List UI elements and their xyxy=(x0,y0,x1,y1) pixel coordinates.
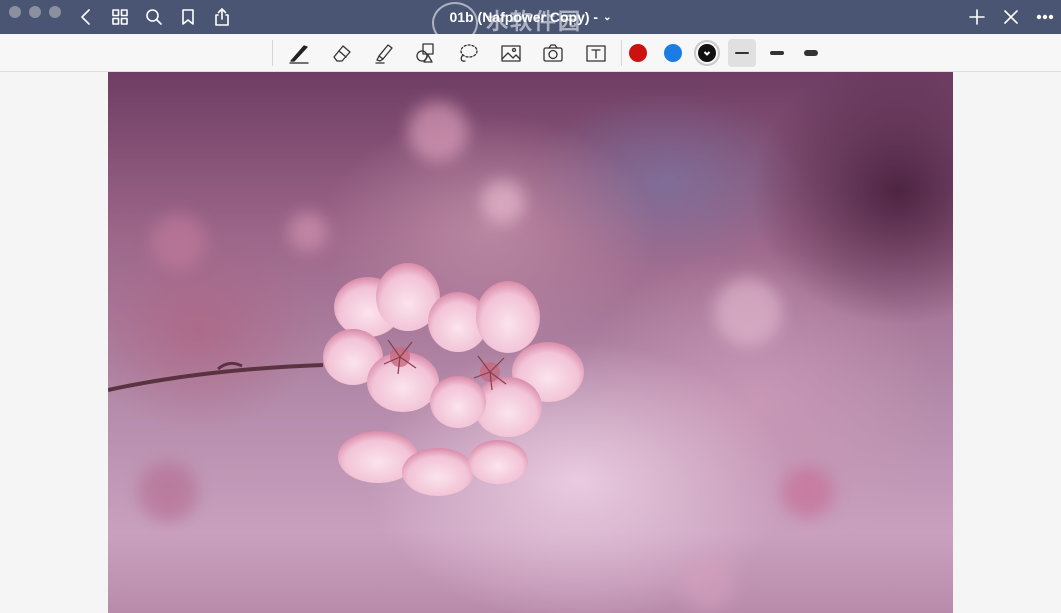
cherry-blossom-photo xyxy=(108,102,834,610)
back-button[interactable] xyxy=(74,5,98,29)
close-document-button[interactable] xyxy=(999,5,1023,29)
window-controls xyxy=(9,6,61,18)
chevron-down-icon: ⌄ xyxy=(603,11,612,23)
color-black-swatch-selected[interactable] xyxy=(694,40,720,66)
stroke-medium-option[interactable] xyxy=(763,39,791,67)
watermark-text: 水软件园 xyxy=(486,9,583,34)
annotation-toolbar xyxy=(0,34,1061,72)
camera-tool[interactable] xyxy=(537,38,569,68)
color-red-swatch[interactable] xyxy=(629,44,647,62)
chevron-down-icon xyxy=(703,51,711,56)
pen-tool[interactable] xyxy=(283,38,315,68)
minimize-window-button[interactable] xyxy=(29,6,41,18)
toolbar-divider xyxy=(621,40,622,66)
search-button[interactable] xyxy=(142,5,166,29)
eraser-tool[interactable] xyxy=(326,38,358,68)
lasso-tool[interactable] xyxy=(452,38,484,68)
image-icon xyxy=(501,45,521,62)
shapes-icon xyxy=(416,43,434,63)
add-page-button[interactable] xyxy=(965,5,989,29)
stroke-thin-icon xyxy=(735,52,749,54)
shapes-tool[interactable] xyxy=(410,38,442,68)
back-icon xyxy=(81,9,90,25)
highlighter-tool[interactable] xyxy=(368,38,400,68)
share-icon xyxy=(215,8,229,26)
plus-icon xyxy=(969,9,985,25)
document-page[interactable] xyxy=(108,72,953,613)
grid-icon xyxy=(112,9,128,25)
stroke-thick-option[interactable] xyxy=(797,39,825,67)
document-canvas[interactable] xyxy=(0,72,1061,613)
toolbar-divider xyxy=(272,40,273,66)
stroke-thin-option[interactable] xyxy=(728,39,756,67)
window-titlebar: 01b (Nafpower Copy) - ⌄ 水软件园 mac.orsoon.… xyxy=(0,0,1061,49)
zoom-window-button[interactable] xyxy=(49,6,61,18)
thumbnails-button[interactable] xyxy=(108,5,132,29)
pen-icon xyxy=(289,45,309,64)
watermark: 水软件园 mac.orsoon.com xyxy=(432,0,638,49)
camera-icon xyxy=(543,44,563,62)
stroke-thick-icon xyxy=(804,50,818,56)
share-button[interactable] xyxy=(210,5,234,29)
more-button[interactable] xyxy=(1033,5,1057,29)
bookmark-icon xyxy=(182,9,194,25)
color-blue-swatch[interactable] xyxy=(664,44,682,62)
close-window-button[interactable] xyxy=(9,6,21,18)
search-icon xyxy=(146,9,162,25)
text-tool[interactable] xyxy=(580,38,612,68)
highlighter-icon xyxy=(375,44,393,64)
document-title-text: 01b (Nafpower Copy) - xyxy=(449,9,599,25)
image-tool[interactable] xyxy=(495,38,527,68)
selected-color-fill xyxy=(698,44,716,62)
more-icon xyxy=(1036,14,1054,20)
eraser-icon xyxy=(333,45,351,62)
close-icon xyxy=(1004,10,1018,24)
bookmark-button[interactable] xyxy=(176,5,200,29)
lasso-icon xyxy=(460,44,478,62)
text-box-icon xyxy=(586,45,606,62)
stroke-medium-icon xyxy=(770,51,784,55)
